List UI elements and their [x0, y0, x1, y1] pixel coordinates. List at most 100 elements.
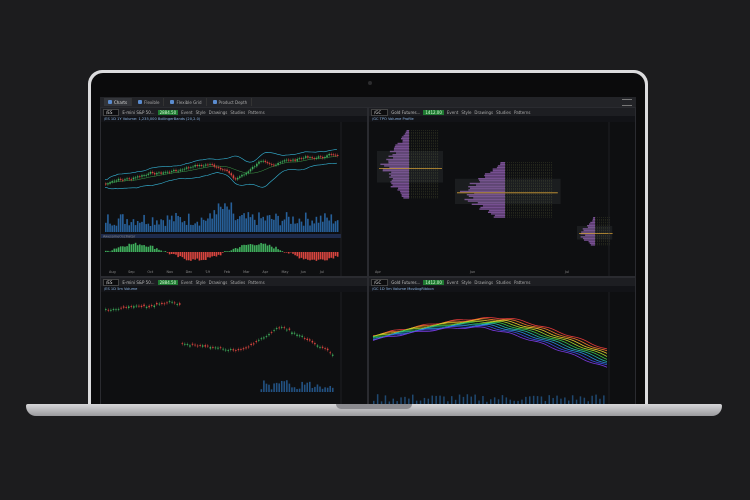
candle-body	[314, 343, 316, 345]
candle-body	[175, 169, 177, 172]
grid-icon	[170, 100, 175, 104]
symbol-input[interactable]: /ES	[103, 108, 120, 116]
candle-body	[189, 345, 191, 347]
studies-button[interactable]: Studies	[496, 280, 511, 285]
candle-body	[138, 305, 140, 307]
volume-bar	[258, 212, 260, 232]
volume-profile-row	[487, 211, 505, 213]
candle-body	[300, 158, 303, 160]
candle-body	[268, 163, 271, 165]
volume-profile-row	[401, 136, 409, 138]
candle-body	[168, 301, 171, 303]
candle-body	[336, 155, 339, 156]
volume-profile-row	[492, 168, 505, 170]
studies-button[interactable]: Studies	[496, 110, 511, 115]
candle-body	[107, 183, 109, 185]
oscillator-bar	[215, 252, 218, 257]
drawings-button[interactable]: Drawings	[474, 280, 493, 285]
symbol-input[interactable]: /GC	[371, 278, 389, 286]
tab-label: Flexible Grid	[176, 99, 202, 105]
oscillator-bar	[198, 252, 201, 261]
candle-body	[117, 178, 120, 181]
intraday-chart[interactable]	[101, 292, 367, 408]
tab-charts[interactable]: Charts	[104, 98, 133, 106]
symbol-description: E-mini S&P 50...	[122, 109, 155, 115]
time-axis-label: Nov	[167, 270, 174, 274]
price-chart[interactable]: AwesomeOscillator Aug Sep Oct Nov Dec '19 Feb Ma…	[101, 122, 367, 276]
volume-profile-row	[482, 205, 505, 207]
patterns-button[interactable]: Patterns	[514, 280, 530, 285]
volume-bar	[579, 396, 582, 404]
time-axis-label: Apr	[375, 270, 381, 274]
event-button[interactable]: Event	[447, 280, 458, 285]
volume-bar	[160, 219, 162, 232]
volume-profile-row	[480, 206, 505, 209]
tab-flexible[interactable]: Flexible	[134, 98, 165, 106]
style-button[interactable]: Style	[196, 280, 206, 285]
volume-bar	[209, 213, 211, 232]
volume-bar	[192, 225, 194, 232]
volume-bar	[328, 220, 330, 232]
volume-bar	[493, 397, 496, 404]
trading-app-window: Charts Flexible Flexible Grid Product De…	[100, 97, 636, 409]
patterns-button[interactable]: Patterns	[514, 110, 530, 115]
volume-profile-row	[402, 141, 409, 143]
oscillator-bar	[324, 252, 326, 261]
tab-product-depth[interactable]: Product Depth	[209, 98, 253, 106]
oscillator-bar	[134, 242, 137, 252]
volume-bar	[321, 221, 324, 232]
candle-body	[191, 343, 194, 345]
candle-body	[136, 176, 139, 178]
candle-body	[126, 178, 128, 180]
style-button[interactable]: Style	[461, 110, 471, 115]
volume-profile-chart[interactable]: Apr Jun Jul	[369, 122, 635, 276]
patterns-button[interactable]: Patterns	[248, 110, 264, 115]
candle-body	[241, 174, 243, 177]
oscillator-bar	[239, 247, 241, 252]
oscillator-bar	[111, 250, 113, 252]
ribbon-chart[interactable]	[369, 292, 635, 408]
volume-bar	[291, 387, 293, 392]
event-button[interactable]: Event	[447, 110, 458, 115]
candle-body	[250, 343, 252, 346]
candle-body	[281, 161, 284, 163]
study-label: AwesomeOscillator	[103, 234, 136, 238]
volume-bar	[540, 396, 543, 404]
candle-body	[247, 171, 250, 173]
volume-profile-row	[390, 186, 409, 188]
event-button[interactable]: Event	[181, 280, 192, 285]
drawings-button[interactable]: Drawings	[474, 110, 493, 115]
volume-bar	[290, 223, 292, 232]
volume-bar	[283, 219, 286, 232]
candle-body	[171, 301, 173, 303]
oscillator-bar	[183, 252, 186, 259]
tab-flexible-grid[interactable]: Flexible Grid	[166, 98, 207, 106]
menu-icon[interactable]	[622, 98, 632, 106]
style-button[interactable]: Style	[196, 110, 206, 115]
candle-body	[119, 178, 122, 180]
candle-body	[287, 159, 290, 161]
symbol-input[interactable]: /GC	[371, 108, 389, 116]
drawings-button[interactable]: Drawings	[209, 280, 228, 285]
volume-bar	[215, 214, 218, 232]
volume-bar	[595, 394, 597, 404]
oscillator-bar	[275, 246, 277, 252]
volume-bar	[198, 225, 201, 232]
candle-body	[253, 166, 256, 168]
candle-body	[329, 352, 331, 354]
candle-body	[153, 305, 156, 308]
symbol-input[interactable]: /ES	[103, 278, 120, 286]
patterns-button[interactable]: Patterns	[248, 280, 264, 285]
style-button[interactable]: Style	[461, 280, 471, 285]
volume-bar	[296, 223, 299, 232]
oscillator-bar	[241, 245, 243, 252]
studies-button[interactable]: Studies	[230, 110, 245, 115]
studies-button[interactable]: Studies	[230, 280, 245, 285]
drawings-button[interactable]: Drawings	[209, 110, 228, 115]
value-area-box	[377, 151, 443, 183]
volume-bar	[260, 389, 263, 392]
volume-bar	[302, 225, 305, 232]
oscillator-bar	[207, 252, 209, 258]
event-button[interactable]: Event	[181, 110, 192, 115]
candle-body	[242, 348, 245, 350]
